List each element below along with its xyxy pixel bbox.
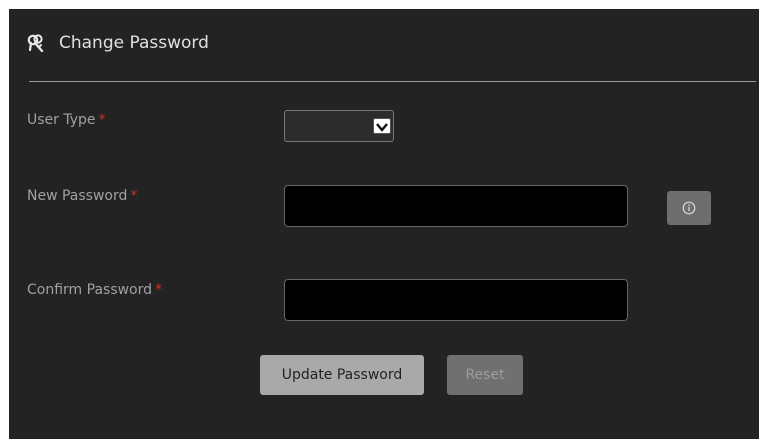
- required-marker: *: [98, 112, 106, 128]
- user-type-label-text: User Type: [27, 112, 96, 128]
- chevron-down-icon: [376, 123, 388, 132]
- reset-button[interactable]: Reset: [447, 355, 523, 395]
- required-marker: *: [130, 188, 138, 204]
- change-password-panel: Change Password User Type * New Password *…: [9, 9, 759, 439]
- user-type-select[interactable]: [284, 110, 394, 142]
- confirm-password-label-text: Confirm Password: [27, 282, 153, 298]
- required-marker: *: [155, 282, 163, 298]
- header-divider: [29, 81, 756, 82]
- keys-icon: [27, 34, 44, 52]
- confirm-password-input[interactable]: [284, 279, 628, 321]
- confirm-password-label: Confirm Password *: [27, 282, 162, 298]
- new-password-input[interactable]: [284, 185, 628, 227]
- panel-header: Change Password: [27, 33, 209, 53]
- page-title: Change Password: [59, 33, 209, 53]
- new-password-label: New Password *: [27, 188, 137, 204]
- update-password-button[interactable]: Update Password: [260, 355, 424, 395]
- user-type-label: User Type *: [27, 112, 106, 128]
- info-icon: [682, 201, 696, 215]
- password-info-button[interactable]: [667, 191, 711, 225]
- new-password-label-text: New Password: [27, 188, 128, 204]
- select-arrow[interactable]: [373, 118, 391, 134]
